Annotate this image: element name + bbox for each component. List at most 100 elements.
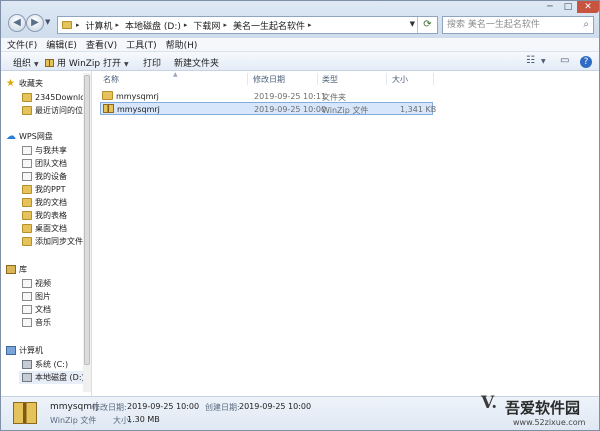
folder-icon [102,91,113,100]
drive-icon [22,360,32,369]
nav-item-desktop-docs[interactable]: 桌面文档 [22,222,67,235]
maximize-button[interactable]: □ [559,1,577,13]
back-button[interactable]: ◀ [8,14,26,32]
breadcrumb-current-folder[interactable]: 美名一生起名软件 [233,19,305,32]
nav-label: 我的设备 [35,172,67,181]
column-header-name[interactable]: 名称 [103,74,119,85]
breadcrumb-separator-icon[interactable]: ▸ [184,21,188,29]
nav-item-my-ppt[interactable]: 我的PPT [22,183,66,196]
nav-item-2345downloads[interactable]: 2345Downloa [22,91,90,104]
device-icon [22,172,32,181]
cloud-icon: ☁ [6,131,16,142]
menu-view[interactable]: 查看(V) [86,38,117,51]
file-modified: 2019-09-25 10:11 [254,92,327,101]
forward-button[interactable]: ▶ [26,14,44,32]
nav-item-documents[interactable]: 文档 [22,303,51,316]
nav-item-recent-places[interactable]: 最近访问的位置 [22,104,91,117]
watermark-text: 吾爱软件园 [505,399,581,417]
view-options-icon[interactable]: ☷ [526,55,535,66]
list-item-zip[interactable]: mmysqmrj 2019-09-25 10:00 WinZip 文件 1,34… [100,102,436,115]
details-created-value: 2019-09-25 10:00 [239,402,312,411]
star-icon: ★ [6,78,15,89]
breadcrumb-separator-icon[interactable]: ▸ [308,21,312,29]
column-header-type[interactable]: 类型 [322,74,338,85]
nav-item-pictures[interactable]: 图片 [22,290,51,303]
nav-label: 计算机 [19,346,43,355]
column-header-size[interactable]: 大小 [392,74,408,85]
scrollbar-thumb[interactable] [84,75,90,365]
print-button[interactable]: 打印 [143,56,161,69]
search-input[interactable]: 搜索 美名一生起名软件 ⌕ [442,16,594,34]
menu-edit[interactable]: 编辑(E) [46,38,77,51]
nav-item-drive-c[interactable]: 系统 (C:) [22,358,68,371]
breadcrumb-separator-icon[interactable]: ▸ [223,21,227,29]
menu-help[interactable]: 帮助(H) [166,38,198,51]
nav-wps-cloud[interactable]: ☁ WPS网盘 [6,130,53,143]
nav-label: WPS网盘 [19,132,53,141]
nav-computer[interactable]: 计算机 [6,344,43,357]
nav-item-my-documents[interactable]: 我的文档 [22,196,67,209]
picture-icon [22,292,32,301]
file-name: mmysqmrj [116,92,159,101]
file-modified: 2019-09-25 10:00 [254,105,327,114]
nav-label: 2345Downloa [35,93,91,102]
menu-tools[interactable]: 工具(T) [126,38,157,51]
breadcrumb-separator-icon[interactable]: ▸ [76,21,80,29]
close-button[interactable]: ✕ [577,1,599,13]
minimize-button[interactable]: ─ [541,1,559,13]
search-icon[interactable]: ⌕ [583,17,589,33]
nav-item-team-docs[interactable]: 团队文档 [22,157,67,170]
menu-file[interactable]: 文件(F) [7,38,37,51]
breadcrumb-computer[interactable]: 计算机 [86,19,113,32]
breadcrumb-separator-icon[interactable]: ▸ [116,21,120,29]
organize-label: 组织 [13,59,32,69]
menu-bar: 文件(F) 编辑(E) 查看(V) 工具(T) 帮助(H) [1,38,599,52]
folder-icon [22,237,32,246]
search-placeholder: 搜索 美名一生起名软件 [447,20,540,30]
open-with-winzip-button[interactable]: 用 WinZip 打开 ▼ [45,56,129,69]
address-box[interactable]: ▸ 计算机 ▸ 本地磁盘 (D:) ▸ 下载网 ▸ 美名一生起名软件 ▸ ▼ ⟳ [57,16,438,34]
column-divider[interactable] [386,73,387,85]
winzip-label: 用 WinZip 打开 [57,59,122,69]
column-divider[interactable] [247,73,248,85]
organize-button[interactable]: 组织 ▼ [13,56,39,69]
column-divider[interactable] [433,73,434,85]
nav-item-music[interactable]: 音乐 [22,316,51,329]
chevron-down-icon: ▼ [124,61,129,68]
nav-label: 系统 (C:) [35,360,69,369]
folder-icon [22,93,32,102]
chevron-down-icon: ▼ [34,61,39,68]
nav-label: 库 [19,265,27,274]
chevron-down-icon[interactable]: ▼ [541,58,546,65]
breadcrumb-download[interactable]: 下载网 [193,19,220,32]
sort-ascending-icon: ▲ [173,71,178,78]
team-icon [22,159,32,168]
address-dropdown-icon[interactable]: ▼ [410,20,415,28]
nav-item-add-sync-folder[interactable]: 添加同步文件夹 [22,235,91,248]
winzip-icon [45,59,54,67]
nav-item-my-devices[interactable]: 我的设备 [22,170,67,183]
new-folder-button[interactable]: 新建文件夹 [174,56,219,69]
nav-item-videos[interactable]: 视频 [22,277,51,290]
column-header-modified[interactable]: 修改日期 [253,74,285,85]
navigation-scrollbar[interactable] [83,73,91,392]
nav-item-drive-d[interactable]: 本地磁盘 (D:) [19,371,85,384]
nav-item-my-sheets[interactable]: 我的表格 [22,209,67,222]
watermark-logo: V. [481,393,498,413]
recent-pages-dropdown-icon[interactable]: ▼ [45,18,50,26]
site-watermark: V. 吾爱软件园 www.52zixue.com [481,393,599,431]
details-modified-label: 修改日期: [92,403,127,412]
help-icon[interactable]: ? [580,56,592,68]
column-divider[interactable] [317,73,318,85]
nav-libraries[interactable]: 库 [6,263,27,276]
details-size-value: 1.30 MB [127,415,160,424]
video-icon [22,279,32,288]
refresh-button[interactable]: ⟳ [417,17,437,33]
nav-label: 我的PPT [35,185,66,194]
nav-item-shared-with-me[interactable]: 与我共享 [22,144,67,157]
navigation-pane: ★ 收藏夹 2345Downloa 最近访问的位置 ☁ WPS网盘 与我共享 团… [1,71,92,396]
nav-favorites[interactable]: ★ 收藏夹 [6,77,43,90]
breadcrumb-drive-d[interactable]: 本地磁盘 (D:) [125,19,181,32]
file-name: mmysqmrj [117,105,160,114]
preview-pane-icon[interactable]: ▭ [560,55,569,66]
